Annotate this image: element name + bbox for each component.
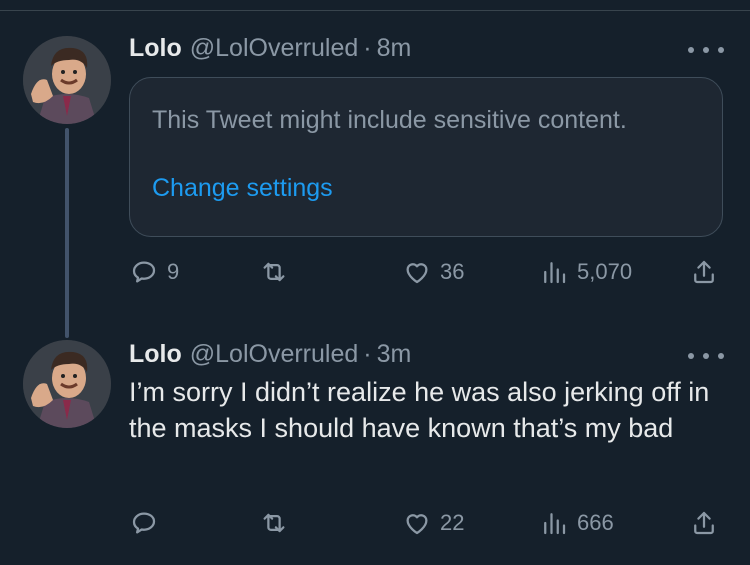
timestamp[interactable]: 8m	[377, 34, 412, 63]
reply-count: 9	[167, 259, 180, 284]
display-name[interactable]: Lolo	[129, 340, 182, 369]
views-icon	[544, 513, 566, 535]
more-options-icon[interactable]	[688, 346, 724, 366]
retweet-icon	[263, 513, 285, 533]
view-count: 666	[577, 510, 614, 535]
reply-button[interactable]: 9	[129, 252, 179, 292]
like-icon	[406, 514, 428, 535]
sensitive-notice: This Tweet might include sensitive conte…	[152, 106, 627, 134]
retweet-button[interactable]	[259, 252, 297, 292]
thread-connector	[65, 128, 69, 338]
user-handle[interactable]: @LolOverruled	[190, 34, 359, 63]
like-button[interactable]: 22	[402, 503, 464, 543]
reply-icon	[132, 261, 156, 283]
share-button[interactable]	[689, 503, 719, 543]
separator: ·	[363, 339, 372, 368]
tweet-text: I’m sorry I didn’t realize he was also j…	[129, 377, 710, 443]
retweet-icon	[263, 262, 285, 282]
reply-button[interactable]	[129, 503, 167, 543]
change-settings-link[interactable]: Change settings	[152, 174, 333, 203]
more-options-icon[interactable]	[688, 40, 724, 60]
avatar[interactable]	[23, 340, 111, 428]
like-count: 22	[440, 510, 465, 535]
views-button[interactable]: 666	[539, 503, 614, 543]
views-icon	[544, 262, 566, 284]
like-count: 36	[440, 259, 465, 284]
views-button[interactable]: 5,070	[539, 252, 632, 292]
tweet-header: Lolo @LolOverruled · 8m	[129, 31, 411, 65]
reply-icon	[132, 512, 156, 534]
like-button[interactable]: 36	[402, 252, 464, 292]
retweet-button[interactable]	[259, 503, 297, 543]
share-button[interactable]	[689, 252, 719, 292]
user-handle[interactable]: @LolOverruled	[190, 340, 359, 369]
avatar[interactable]	[23, 36, 111, 124]
sensitive-content-card: This Tweet might include sensitive conte…	[129, 77, 723, 237]
display-name[interactable]: Lolo	[129, 34, 182, 63]
view-count: 5,070	[577, 259, 633, 284]
share-icon	[694, 260, 714, 284]
action-bar: 9 36 5,070	[129, 252, 729, 292]
like-icon	[406, 263, 428, 284]
share-icon	[694, 511, 714, 535]
separator: ·	[363, 33, 372, 62]
timestamp[interactable]: 3m	[377, 340, 412, 369]
action-bar: 22 666	[129, 503, 729, 543]
tweet-header: Lolo @LolOverruled · 3m	[129, 337, 411, 371]
top-divider	[0, 10, 750, 11]
